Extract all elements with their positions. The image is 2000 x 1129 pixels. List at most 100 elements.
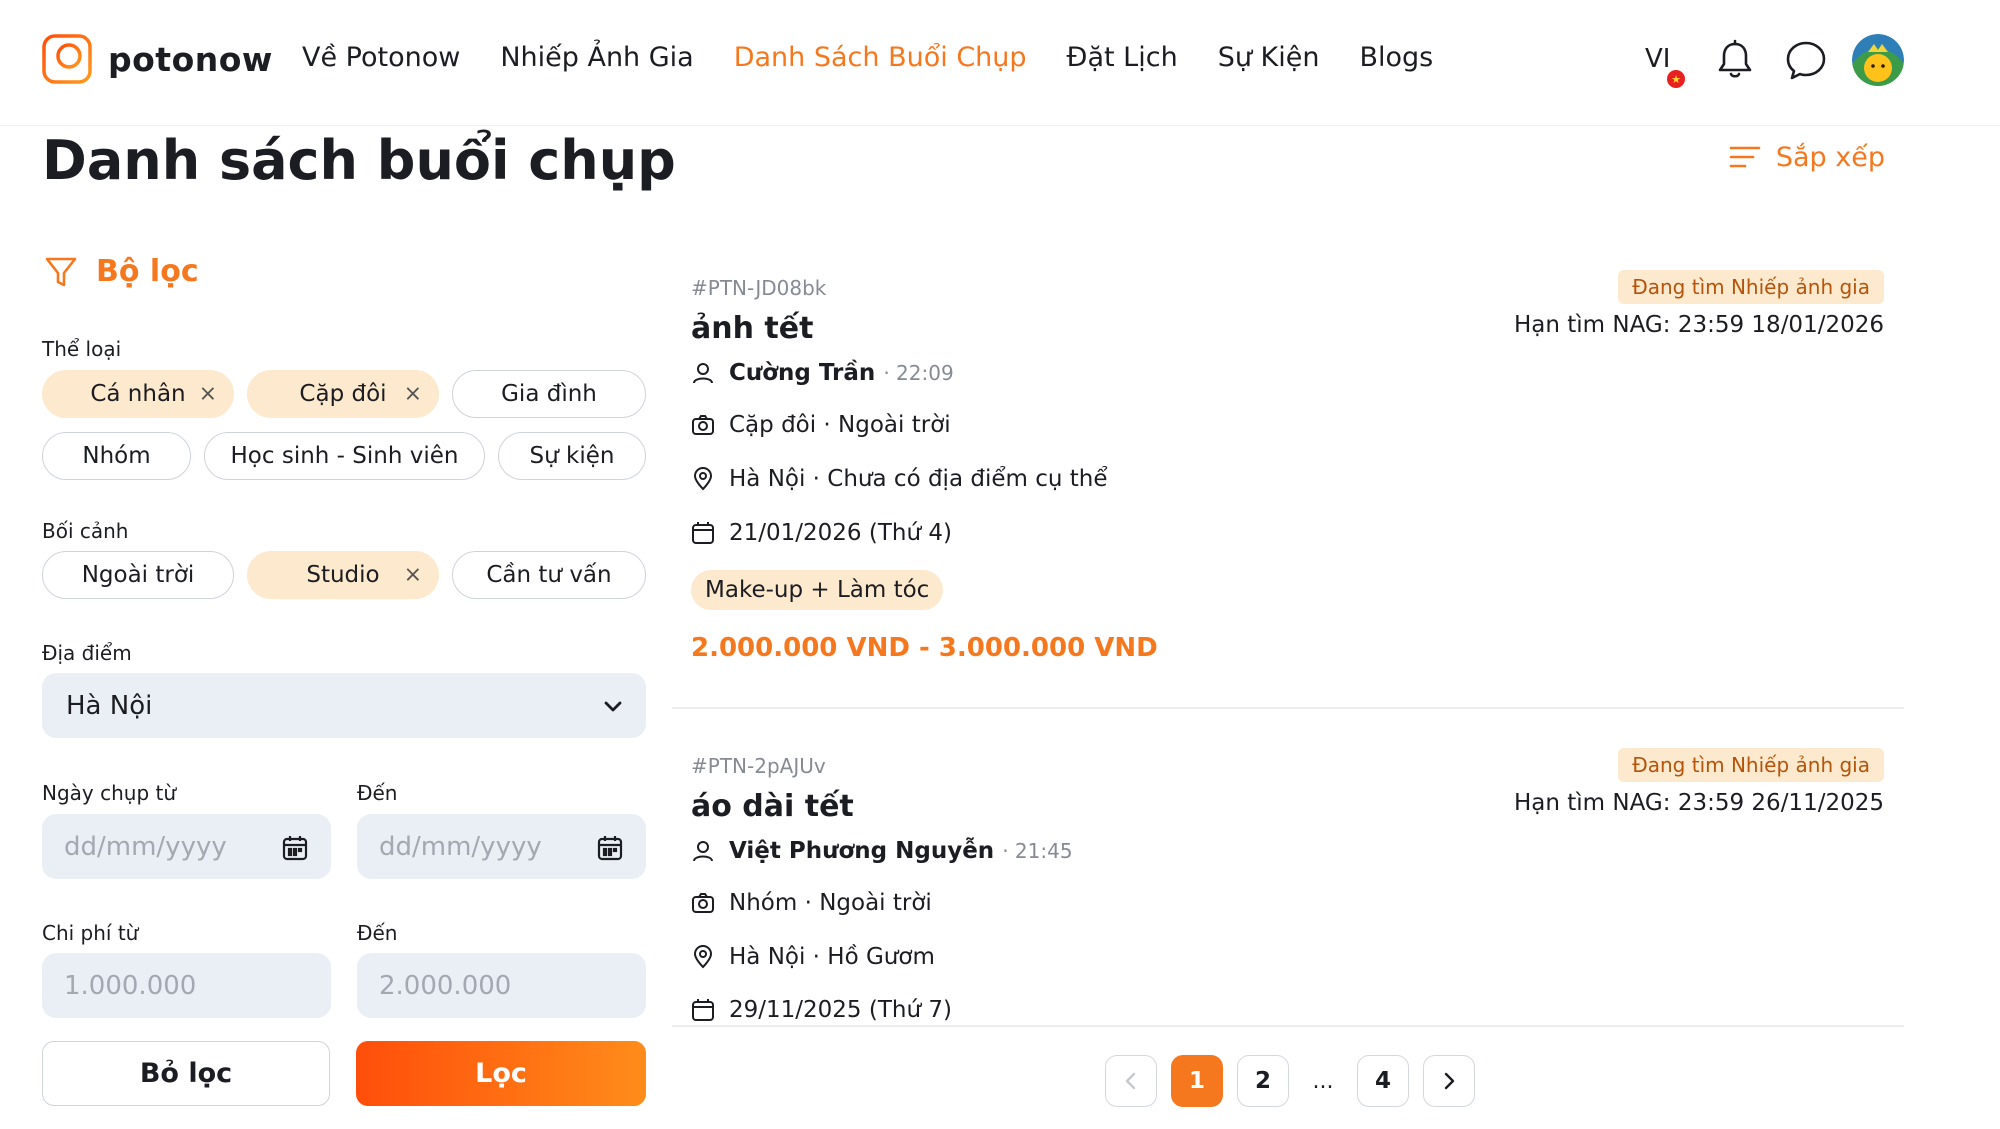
- chip-ngoai-troi[interactable]: Ngoài trời: [42, 551, 234, 599]
- cost-to-placeholder: 2.000.000: [379, 970, 512, 1001]
- date-from-label: Ngày chụp từ: [42, 781, 177, 805]
- sort-icon: [1729, 146, 1761, 168]
- session-location: Hà Nội · Chưa có địa điểm cụ thể: [691, 466, 1107, 492]
- chip-cap-doi[interactable]: Cặp đôi ×: [247, 370, 439, 418]
- avatar[interactable]: [1852, 34, 1904, 86]
- vietnam-flag-icon: ★: [1667, 70, 1685, 88]
- language-switcher[interactable]: VI: [1645, 44, 1670, 74]
- chip-label: Studio: [306, 562, 380, 588]
- page-button-1[interactable]: 1: [1171, 1055, 1223, 1107]
- calendar-icon[interactable]: [281, 834, 309, 862]
- session-card[interactable]: #PTN-2pAJUv Đang tìm Nhiếp ảnh gia Hạn t…: [672, 738, 1904, 1023]
- chip-can-tu-van[interactable]: Cần tư vấn: [452, 551, 646, 599]
- page-button-4[interactable]: 4: [1357, 1055, 1409, 1107]
- session-title[interactable]: ảnh tết: [691, 311, 813, 346]
- chat-icon[interactable]: [1784, 38, 1828, 82]
- chip-label: Ngoài trời: [81, 562, 195, 588]
- cost-to-field[interactable]: 2.000.000: [357, 953, 646, 1018]
- context-chips: Ngoài trời Studio × Cần tư vấn: [42, 551, 646, 599]
- cost-from-field[interactable]: 1.000.000: [42, 953, 331, 1018]
- prev-page-button[interactable]: [1105, 1055, 1157, 1107]
- chevron-right-icon: [1444, 1072, 1455, 1090]
- chip-label: Học sinh - Sinh viên: [230, 443, 459, 469]
- context-label: Bối cảnh: [42, 519, 129, 543]
- chip-label: Nhóm: [82, 443, 151, 469]
- author-name: Việt Phương Nguyễn: [729, 838, 995, 864]
- user-icon: [693, 363, 713, 384]
- close-icon[interactable]: ×: [404, 382, 422, 407]
- sort-button[interactable]: Sắp xếp: [1728, 140, 1885, 174]
- map-pin-icon: [693, 467, 713, 491]
- potonow-logo-icon: [42, 34, 92, 84]
- nav-item-booking[interactable]: Đặt Lịch: [1067, 42, 1178, 73]
- pagination-ellipsis: ...: [1312, 1068, 1334, 1094]
- deadline-value: 23:59 18/01/2026: [1677, 312, 1884, 338]
- date-from-field[interactable]: dd/mm/yyyy: [42, 814, 331, 879]
- category-chips: Cá nhân × Cặp đôi × Gia đình Nhóm Học si…: [42, 370, 646, 480]
- chevron-down-icon: [604, 701, 622, 712]
- apply-filter-button[interactable]: Lọc: [356, 1041, 646, 1106]
- nav-item-events[interactable]: Sự Kiện: [1218, 42, 1320, 73]
- filter-title: Bộ lọc: [96, 254, 199, 289]
- calendar-icon: [692, 999, 714, 1021]
- nav-item-about[interactable]: Về Potonow: [302, 42, 460, 73]
- next-page-button[interactable]: [1423, 1055, 1475, 1107]
- session-author: Việt Phương Nguyễn · 21:45: [691, 838, 1073, 864]
- reset-filter-button[interactable]: Bỏ lọc: [42, 1041, 330, 1106]
- top-navigation-bar: potonow Về Potonow Nhiếp Ảnh Gia Danh Sá…: [0, 0, 2000, 126]
- nav-item-sessions[interactable]: Danh Sách Buổi Chụp: [734, 42, 1027, 73]
- date-from-placeholder: dd/mm/yyyy: [64, 831, 227, 862]
- session-title[interactable]: áo dài tết: [691, 789, 854, 824]
- logo[interactable]: potonow: [42, 34, 273, 84]
- session-code: #PTN-JD08bk: [691, 276, 827, 300]
- session-card[interactable]: #PTN-JD08bk Đang tìm Nhiếp ảnh gia Hạn t…: [672, 260, 1904, 700]
- user-icon: [693, 841, 713, 862]
- session-code: #PTN-2pAJUv: [691, 754, 826, 778]
- location-value: Hà Nội: [66, 690, 153, 721]
- chip-hoc-sinh-sinh-vien[interactable]: Học sinh - Sinh viên: [204, 432, 485, 480]
- cost-from-placeholder: 1.000.000: [64, 970, 197, 1001]
- chip-ca-nhan[interactable]: Cá nhân ×: [42, 370, 234, 418]
- close-icon[interactable]: ×: [199, 382, 217, 407]
- card-divider: [672, 707, 1904, 709]
- author-name: Cường Trần: [729, 360, 876, 386]
- chip-nhom[interactable]: Nhóm: [42, 432, 191, 480]
- status-badge: Đang tìm Nhiếp ảnh gia: [1618, 270, 1884, 304]
- cost-to-label: Đến: [357, 921, 398, 945]
- filter-heading: Bộ lọc: [44, 254, 199, 289]
- location-label: Địa điểm: [42, 641, 132, 665]
- deadline: Hạn tìm NAG: 23:59 26/11/2025: [1514, 790, 1884, 816]
- type-text: Nhóm · Ngoài trời: [729, 890, 932, 916]
- calendar-icon: [692, 522, 714, 544]
- date-text: 29/11/2025 (Thứ 7): [729, 997, 952, 1023]
- page-button-2[interactable]: 2: [1237, 1055, 1289, 1107]
- date-text: 21/01/2026 (Thứ 4): [729, 520, 952, 546]
- main-nav: Về Potonow Nhiếp Ảnh Gia Danh Sách Buổi …: [302, 42, 1433, 73]
- status-badge: Đang tìm Nhiếp ảnh gia: [1618, 748, 1884, 782]
- chip-su-kien[interactable]: Sự kiện: [498, 432, 646, 480]
- camera-icon: [692, 415, 714, 435]
- filter-icon: [45, 257, 77, 286]
- chip-label: Sự kiện: [529, 443, 615, 469]
- chevron-left-icon: [1125, 1072, 1136, 1090]
- calendar-icon[interactable]: [596, 834, 624, 862]
- type-text: Cặp đôi · Ngoài trời: [729, 412, 951, 438]
- close-icon[interactable]: ×: [404, 563, 422, 588]
- list-bottom-divider: [672, 1025, 1904, 1027]
- map-pin-icon: [693, 945, 713, 969]
- sort-label: Sắp xếp: [1775, 141, 1885, 173]
- chip-label: Gia đình: [501, 381, 597, 407]
- nav-item-blogs[interactable]: Blogs: [1359, 42, 1433, 73]
- service-tag: Make-up + Làm tóc: [691, 570, 944, 610]
- date-to-field[interactable]: dd/mm/yyyy: [357, 814, 646, 879]
- nav-item-photographers[interactable]: Nhiếp Ảnh Gia: [500, 42, 693, 73]
- page-title: Danh sách buổi chụp: [42, 129, 676, 192]
- deadline-label: Hạn tìm NAG:: [1514, 312, 1671, 338]
- chip-gia-dinh[interactable]: Gia đình: [452, 370, 646, 418]
- price-range: 2.000.000 VND - 3.000.000 VND: [691, 633, 1158, 663]
- bell-icon[interactable]: [1713, 38, 1757, 82]
- chip-studio[interactable]: Studio ×: [247, 551, 439, 599]
- camera-icon: [692, 893, 714, 913]
- location-text: Hà Nội · Hồ Gươm: [729, 944, 935, 970]
- location-select[interactable]: Hà Nội: [42, 673, 646, 738]
